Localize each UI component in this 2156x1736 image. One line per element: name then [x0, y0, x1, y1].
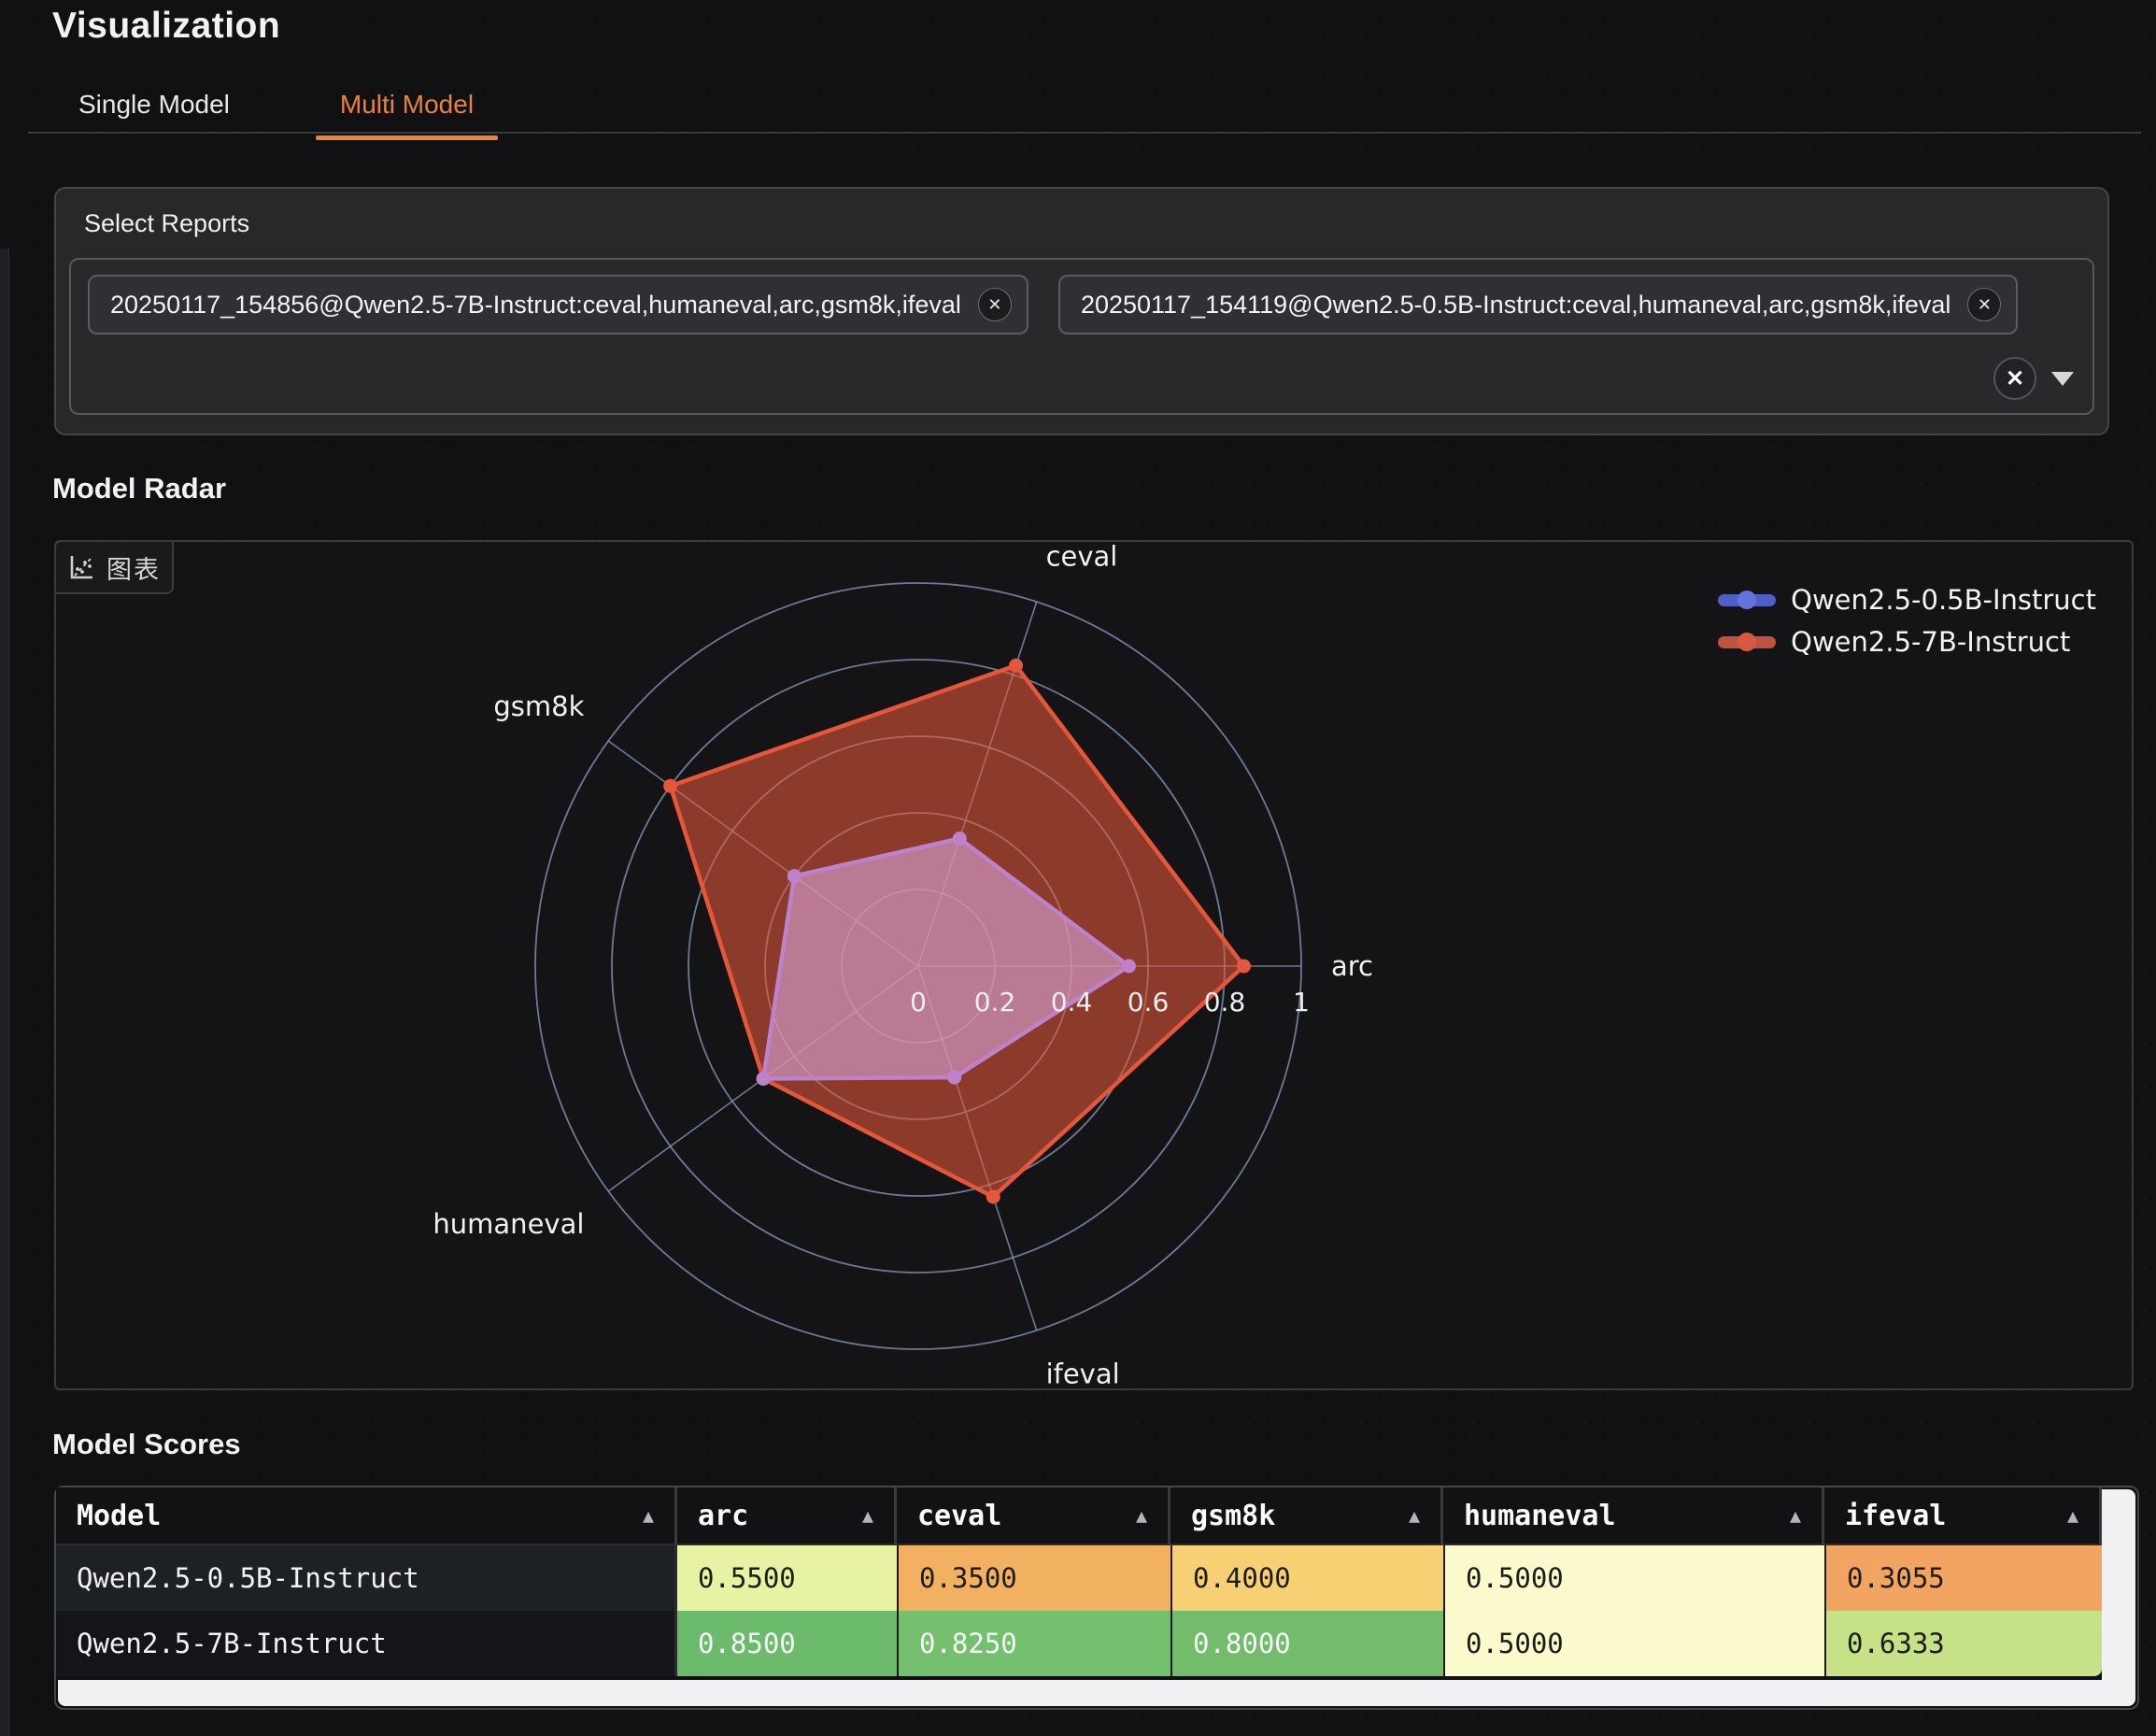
- svg-text:0.8: 0.8: [1204, 987, 1246, 1017]
- report-chip[interactable]: 20250117_154856@Qwen2.5-7B-Instruct:ceva…: [88, 275, 1028, 334]
- tab-divider: [28, 132, 2141, 134]
- model-scores-title: Model Scores: [52, 1428, 241, 1461]
- chip-remove-icon[interactable]: ✕: [978, 288, 1012, 321]
- svg-text:1: 1: [1293, 987, 1310, 1017]
- sort-asc-icon[interactable]: ▲: [1409, 1504, 1420, 1527]
- select-reports-panel: Select Reports 20250117_154856@Qwen2.5-7…: [54, 187, 2109, 435]
- sort-asc-icon[interactable]: ▲: [1790, 1504, 1801, 1527]
- sort-asc-icon[interactable]: ▲: [2067, 1504, 2078, 1527]
- score-cell: 0.5000: [1443, 1545, 1824, 1611]
- model-radar-title: Model Radar: [52, 472, 226, 505]
- legend-label: Qwen2.5-0.5B-Instruct: [1791, 584, 2096, 616]
- svg-text:humaneval: humaneval: [433, 1208, 584, 1240]
- legend-marker-icon: [1718, 636, 1776, 648]
- column-header-humaneval[interactable]: humaneval▲: [1443, 1487, 1824, 1545]
- svg-text:0.2: 0.2: [974, 987, 1016, 1017]
- sort-asc-icon[interactable]: ▲: [862, 1504, 873, 1527]
- score-cell: 0.3055: [1824, 1545, 2102, 1611]
- svg-text:arc: arc: [1331, 950, 1373, 982]
- legend-marker-icon: [1718, 594, 1776, 606]
- column-header-gsm8k[interactable]: gsm8k▲: [1170, 1487, 1443, 1545]
- svg-text:0: 0: [910, 987, 927, 1017]
- score-cell: 0.3500: [897, 1545, 1170, 1611]
- legend-item[interactable]: Qwen2.5-7B-Instruct: [1718, 625, 2096, 659]
- sort-asc-icon[interactable]: ▲: [643, 1504, 654, 1527]
- chart-legend: Qwen2.5-0.5B-Instruct Qwen2.5-7B-Instruc…: [1718, 583, 2096, 659]
- chip-remove-icon[interactable]: ✕: [1967, 288, 2001, 321]
- svg-text:ifeval: ifeval: [1046, 1358, 1120, 1388]
- score-cell: 0.6333: [1824, 1611, 2102, 1676]
- column-header-ceval[interactable]: ceval▲: [897, 1487, 1170, 1545]
- legend-label: Qwen2.5-7B-Instruct: [1791, 626, 2070, 658]
- model-scores-table: Model▲ arc▲ ceval▲ gsm8k▲ humaneval▲ ife…: [54, 1486, 2139, 1710]
- svg-text:0.6: 0.6: [1128, 987, 1170, 1017]
- page-scrollbar-track[interactable]: [0, 249, 9, 1736]
- model-name-cell: Qwen2.5-0.5B-Instruct: [56, 1545, 677, 1611]
- report-multiselect[interactable]: 20250117_154856@Qwen2.5-7B-Instruct:ceva…: [69, 258, 2094, 415]
- dropdown-caret-icon[interactable]: [2051, 372, 2074, 386]
- page-title: Visualization: [52, 6, 280, 47]
- score-cell: 0.5000: [1443, 1611, 1824, 1676]
- vertical-scrollbar[interactable]: [2102, 1489, 2135, 1706]
- column-header-model[interactable]: Model▲: [56, 1487, 677, 1545]
- column-header-arc[interactable]: arc▲: [677, 1487, 897, 1545]
- score-cell: 0.8250: [897, 1611, 1170, 1676]
- svg-text:gsm8k: gsm8k: [493, 690, 584, 722]
- svg-text:0.4: 0.4: [1051, 987, 1093, 1017]
- score-cell: 0.8000: [1170, 1611, 1443, 1676]
- column-header-ifeval[interactable]: ifeval▲: [1824, 1487, 2102, 1545]
- score-cell: 0.8500: [677, 1611, 897, 1676]
- score-cell: 0.4000: [1170, 1545, 1443, 1611]
- select-reports-label: Select Reports: [84, 209, 249, 238]
- report-chip-label: 20250117_154119@Qwen2.5-0.5B-Instruct:ce…: [1081, 291, 1950, 320]
- report-chip[interactable]: 20250117_154119@Qwen2.5-0.5B-Instruct:ce…: [1058, 275, 2018, 334]
- report-chip-label: 20250117_154856@Qwen2.5-7B-Instruct:ceva…: [110, 291, 961, 320]
- horizontal-scrollbar[interactable]: [58, 1680, 2135, 1706]
- score-cell: 0.5500: [677, 1545, 897, 1611]
- radar-chart[interactable]: 0 0.2 0.4 0.6 0.8 1 ceval arc ifeval humaneval gsm…: [56, 542, 2132, 1388]
- model-name-cell: Qwen2.5-7B-Instruct: [56, 1611, 677, 1676]
- report-chip-list: 20250117_154856@Qwen2.5-7B-Instruct:ceva…: [88, 275, 2076, 334]
- clear-selection-icon[interactable]: ✕: [1993, 357, 2036, 400]
- sort-asc-icon[interactable]: ▲: [1136, 1504, 1147, 1527]
- model-radar-panel: 图表 00.20.40.60.81cevalarcifevalhumaneval…: [54, 540, 2134, 1390]
- legend-item[interactable]: Qwen2.5-0.5B-Instruct: [1718, 583, 2096, 617]
- svg-text:ceval: ceval: [1046, 542, 1118, 573]
